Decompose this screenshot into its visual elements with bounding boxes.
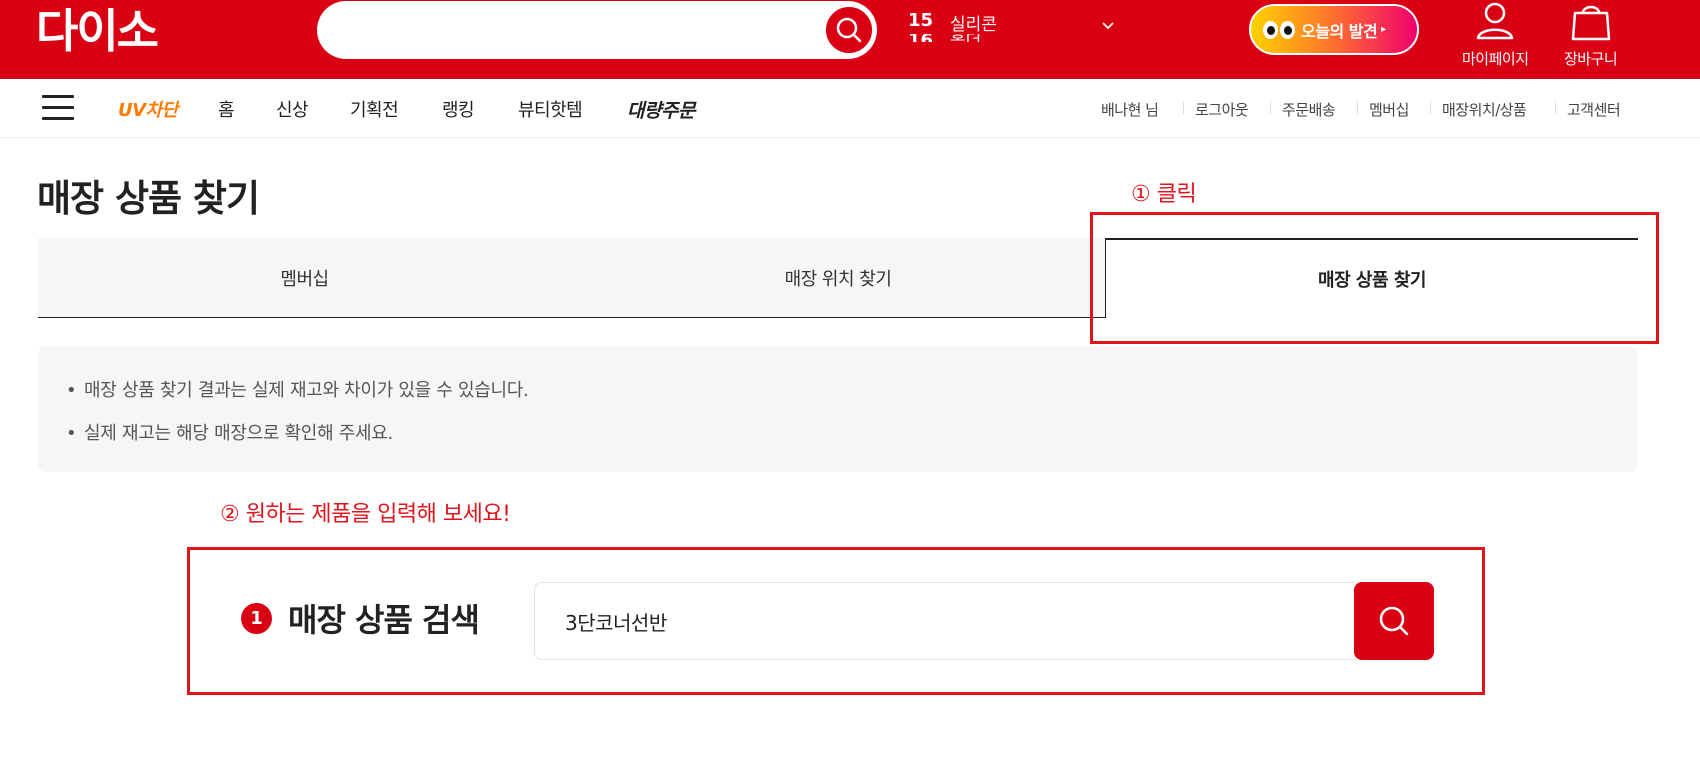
util-logout[interactable]: 로그아웃 (1195, 99, 1249, 120)
play-arrow-icon: ▸ (1381, 24, 1387, 35)
notice-line: • 실제 재고는 해당 매장으로 확인해 주세요. (66, 419, 1610, 445)
chevron-down-icon[interactable] (1100, 18, 1116, 34)
nav-item-promotion[interactable]: 기획전 (350, 96, 399, 122)
annotation-step1-label: ① 클릭 (1131, 182, 1197, 207)
store-search-label: 매장 상품 검색 (288, 601, 480, 639)
search-icon (1379, 606, 1409, 636)
nav-item-beauty[interactable]: 뷰티핫템 (518, 96, 583, 122)
util-divider (1183, 101, 1184, 114)
util-user-name[interactable]: 배나현 님 (1101, 99, 1159, 120)
tab-membership[interactable]: 멤버십 (38, 238, 571, 318)
annotation-step2-label: ② 원하는 제품을 입력해 보세요! (220, 502, 511, 527)
top-header: 다이소 15 16 실리콘 홀더 오늘의 발견 ▸ 마이페이지 장바구니 (0, 0, 1700, 79)
today-discovery-button[interactable]: 오늘의 발견 ▸ (1249, 4, 1419, 55)
mypage-label: 마이페이지 (1462, 50, 1529, 68)
trending-keyword[interactable]: 실리콘 (950, 10, 997, 35)
nav-item-bulk-order[interactable]: 대량주문 (627, 96, 695, 123)
hamburger-menu-icon[interactable] (42, 95, 74, 121)
util-divider (1555, 101, 1556, 114)
nav-item-home[interactable]: 홈 (218, 96, 235, 122)
cart-button[interactable]: 장바구니 (1564, 0, 1618, 69)
notice-line: • 매장 상품 찾기 결과는 실제 재고와 차이가 있을 수 있습니다. (66, 376, 1610, 402)
main-nav: UV차단 홈 신상 기획전 랭킹 뷰티핫템 대량주문 배나현 님 로그아웃 주문… (0, 79, 1700, 138)
step-number-badge: 1 (241, 602, 272, 634)
notice-text: 매장 상품 찾기 결과는 실제 재고와 차이가 있을 수 있습니다. (84, 380, 529, 401)
cart-label: 장바구니 (1564, 50, 1618, 68)
annotation-step1-box (1090, 212, 1659, 344)
util-divider (1357, 101, 1358, 114)
page-title: 매장 상품 찾기 (37, 177, 260, 220)
tab-store-location[interactable]: 매장 위치 찾기 (571, 238, 1105, 318)
trending-rank-number-next: 16 (908, 34, 933, 42)
bullet: • (66, 380, 77, 401)
store-search-button[interactable] (1354, 582, 1434, 660)
today-discovery-label: 오늘의 발견 (1301, 21, 1378, 41)
store-search-heading: 1 매장 상품 검색 (241, 595, 480, 641)
mypage-button[interactable]: 마이페이지 (1462, 0, 1529, 69)
util-membership[interactable]: 멤버십 (1369, 99, 1409, 120)
user-icon (1477, 2, 1514, 40)
nav-item-uv[interactable]: UV차단 (118, 96, 178, 122)
nav-item-new[interactable]: 신상 (276, 96, 309, 122)
util-orders[interactable]: 주문배송 (1282, 99, 1336, 120)
trending-rank-number: 15 (908, 10, 934, 31)
global-search-input[interactable] (317, 1, 877, 59)
util-customer-center[interactable]: 고객센터 (1567, 99, 1621, 120)
search-icon (836, 17, 862, 43)
nav-item-ranking[interactable]: 랭킹 (442, 96, 475, 122)
util-divider (1270, 101, 1271, 114)
daiso-logo[interactable]: 다이소 (36, 8, 159, 54)
notice-text: 실제 재고는 해당 매장으로 확인해 주세요. (84, 423, 393, 444)
store-search-input[interactable]: 3단코너선반 (534, 582, 1356, 660)
shopping-bag-icon (1571, 5, 1610, 41)
util-store-location[interactable]: 매장위치/상품 (1442, 99, 1527, 120)
bullet: • (66, 423, 77, 444)
eyes-icon (1263, 20, 1295, 39)
trending-keyword-next[interactable]: 홀더 (950, 34, 981, 42)
util-divider (1430, 101, 1431, 114)
notice-box: • 매장 상품 찾기 결과는 실제 재고와 차이가 있을 수 있습니다. • 실제 … (38, 346, 1638, 472)
global-search-button[interactable] (823, 4, 875, 56)
